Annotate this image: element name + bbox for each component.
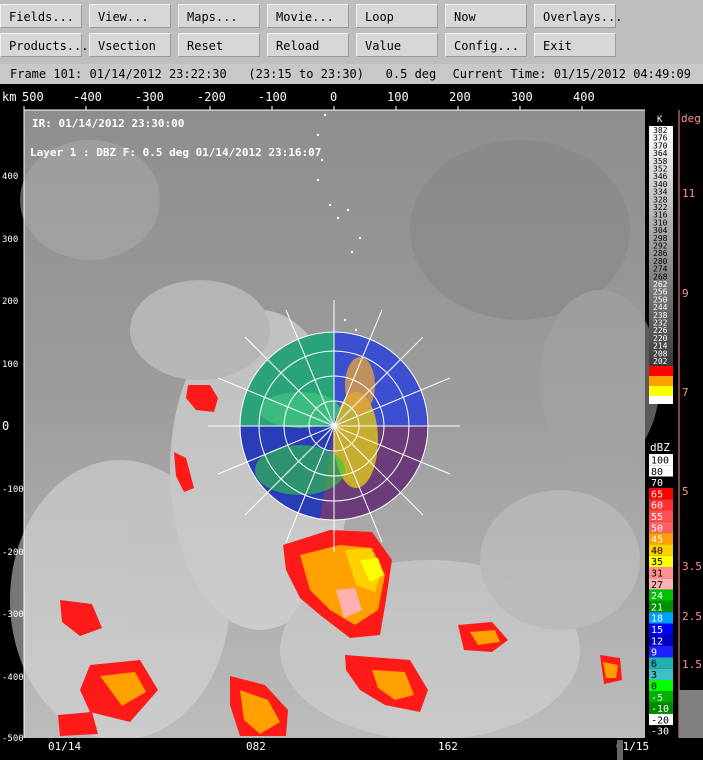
dbz-scale-value: 9 (651, 648, 657, 659)
view-button[interactable]: View... (89, 4, 171, 28)
timeline-bar[interactable]: 01/14 082 162 01/15 (24, 738, 649, 760)
ir-time-label: IR: 01/14/2012 23:30:00 (32, 117, 184, 130)
x-tick-label: 400 (573, 90, 595, 104)
y-tick-label: -300 (2, 610, 24, 620)
y-tick-label: 400 (2, 172, 18, 182)
dbz-scale-value: 24 (651, 591, 663, 602)
y-tick-label: -200 (2, 548, 24, 558)
dbz-scale-value: 100 (651, 456, 669, 467)
dbz-scale-value: 40 (651, 546, 663, 557)
elevation-scale: deg 119753.52.51.50.5 (676, 110, 703, 738)
now-button[interactable]: Now (445, 4, 527, 28)
timeline-mid-label: 162 (438, 740, 458, 753)
dbz-scale-value: 12 (651, 636, 663, 647)
dbz-scale-value: 3 (651, 670, 657, 681)
elevation-value: 3.5 (682, 560, 702, 573)
ir-scale-unit: K (657, 115, 663, 125)
dbz-scale-value: 50 (651, 523, 663, 534)
x-tick-label: 100 (387, 90, 409, 104)
dbz-color-scale: dBZ 100807065605550454035312724211815129… (649, 441, 673, 738)
y-tick-label: -400 (2, 673, 24, 683)
dbz-scale-value: -20 (651, 715, 669, 726)
x-tick-label: 300 (511, 90, 533, 104)
timeline-start-label: 01/14 (48, 740, 81, 753)
elevation-value: 9 (682, 287, 689, 300)
dbz-scale-value: -5 (651, 693, 663, 704)
dbz-scale-value: 15 (651, 625, 663, 636)
movie-button[interactable]: Movie... (267, 4, 349, 28)
x-tick-label: 200 (449, 90, 471, 104)
dbz-scale-value: 80 (651, 467, 663, 478)
dbz-scale-value: 18 (651, 614, 663, 625)
x-tick-label: 0 (330, 90, 337, 104)
x-axis-top: km 500 -400 -300 -200 -100 0 100 200 300… (2, 90, 645, 111)
dbz-scale-value: 55 (651, 512, 663, 523)
km-unit-label: km (2, 90, 16, 104)
radar-plot-window: km 500 -400 -300 -200 -100 0 100 200 300… (0, 84, 703, 760)
dbz-scale-value: 45 (651, 535, 663, 546)
elevation-value: 5 (682, 485, 689, 498)
dbz-scale-value: -10 (651, 704, 669, 715)
products-button[interactable]: Products... (0, 33, 88, 57)
vsection-button[interactable]: Vsection (89, 33, 171, 57)
maps-button[interactable]: Maps... (178, 4, 260, 28)
loop-button[interactable]: Loop (356, 4, 438, 28)
reset-button[interactable]: Reset (178, 33, 260, 57)
ir-color-scale: K 38237637036435835234634033432832231631… (649, 115, 673, 404)
y-tick-label: 100 (2, 360, 18, 370)
config-button[interactable]: Config... (445, 33, 527, 57)
y-tick-label: 300 (2, 235, 18, 245)
value-button[interactable]: Value (356, 33, 438, 57)
x-tick-label: -200 (197, 90, 226, 104)
x-tick-label: 500 (22, 90, 44, 104)
x-tick-label: -400 (73, 90, 102, 104)
radar-display[interactable]: km 500 -400 -300 -200 -100 0 100 200 300… (0, 84, 703, 760)
fields-button[interactable]: Fields... (0, 4, 82, 28)
elevation-value: 7 (682, 386, 689, 399)
elevation-value: 11 (682, 187, 695, 200)
dbz-scale-value: 70 (651, 478, 663, 489)
y-tick-label: -100 (2, 485, 24, 495)
dbz-scale-value: 27 (651, 580, 663, 591)
y-tick-label: 0 (2, 419, 9, 433)
elevation-value: 2.5 (682, 610, 702, 623)
elevation-value: 1.5 (682, 658, 702, 671)
timeline-mid-label: 082 (246, 740, 266, 753)
timeline-cursor[interactable] (617, 740, 623, 760)
reload-button[interactable]: Reload (267, 33, 349, 57)
status-bar: Frame 101: 01/14/2012 23:22:30 (23:15 to… (0, 64, 703, 84)
toolbar: Fields... View... Maps... Movie... Loop … (0, 0, 703, 64)
dbz-scale-value: 0 (651, 682, 657, 693)
dbz-scale-value: 35 (651, 557, 663, 568)
overlays-button[interactable]: Overlays... (534, 4, 622, 28)
elevation-unit: deg (681, 112, 701, 125)
y-tick-label: 200 (2, 297, 18, 307)
radar-sweep (208, 300, 460, 552)
frame-label: Frame 101: 01/14/2012 23:22:30 (23:15 to… (10, 67, 437, 81)
dbz-scale-value: 31 (651, 569, 663, 580)
x-tick-label: -300 (135, 90, 164, 104)
exit-button[interactable]: Exit (534, 33, 616, 57)
dbz-scale-value: 21 (651, 602, 663, 613)
dbz-scale-value: 65 (651, 489, 663, 500)
dbz-scale-value: -30 (651, 727, 669, 738)
dbz-scale-value: 60 (651, 501, 663, 512)
dbz-scale-unit: dBZ (650, 441, 670, 454)
x-tick-label: -100 (258, 90, 287, 104)
current-time-label: Current Time: 01/15/2012 04:49:09 (452, 67, 691, 81)
layer-label: Layer 1 : DBZ F: 0.5 deg 01/14/2012 23:1… (30, 146, 321, 159)
y-tick-label: -500 (2, 734, 24, 744)
dbz-scale-value: 6 (651, 659, 657, 670)
